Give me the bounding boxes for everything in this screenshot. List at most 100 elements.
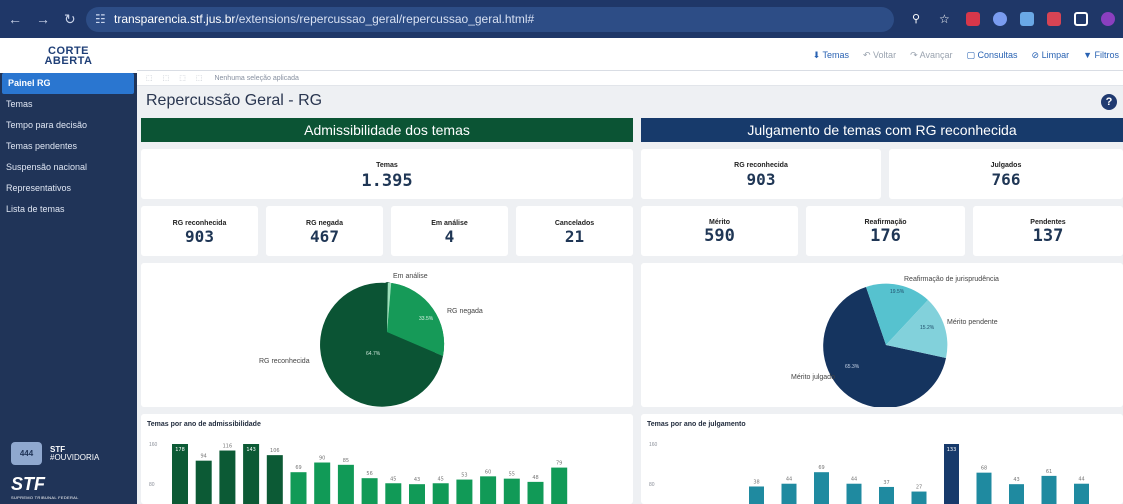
- bar-value-label: 68: [981, 466, 987, 472]
- bar[interactable]: [781, 483, 797, 504]
- url-host: transparencia.stf.jus.br: [114, 12, 236, 26]
- bar[interactable]: [503, 478, 520, 504]
- bar[interactable]: [1041, 475, 1057, 504]
- bar-value-label: 94: [201, 454, 207, 460]
- bar[interactable]: [361, 478, 378, 504]
- page-title: Repercussão Geral - RG: [146, 92, 323, 109]
- help-icon[interactable]: ?: [1101, 94, 1117, 110]
- bar[interactable]: [749, 486, 764, 504]
- bar-value-label: 53: [461, 473, 467, 479]
- extension-icon[interactable]: [993, 12, 1007, 26]
- corte-aberta-logo[interactable]: CORTE ABERTA: [0, 38, 137, 73]
- bar-value-label: 106: [270, 448, 280, 454]
- voltar-label: Voltar: [873, 50, 897, 60]
- extension-icon[interactable]: [1020, 12, 1034, 26]
- pie-admissibilidade[interactable]: Em análise RG negada RG reconhecida 33.5…: [141, 263, 633, 407]
- select-icon[interactable]: ⬚: [163, 71, 170, 86]
- left-section-header: Admissibilidade dos temas: [141, 118, 633, 142]
- temas-button[interactable]: ⬇ Temas: [813, 50, 849, 61]
- select-icon[interactable]: ⬚: [179, 71, 186, 86]
- filtros-button[interactable]: ▼ Filtros: [1083, 50, 1123, 61]
- limpar-button[interactable]: ⊘ Limpar: [1032, 50, 1070, 61]
- bar[interactable]: [243, 444, 260, 504]
- bar-value-label: 44: [1078, 477, 1084, 483]
- bar-value-label: 116: [223, 444, 233, 450]
- avancar-button[interactable]: ↷ Avançar: [910, 50, 952, 61]
- bar[interactable]: [976, 472, 992, 504]
- pie-label-merito-julgado: Mérito julgado: [791, 374, 835, 381]
- bar-value-label: 55: [509, 472, 515, 478]
- bar[interactable]: [385, 483, 402, 504]
- kpi-julgados[interactable]: Julgados 766: [889, 149, 1123, 199]
- sidebar-item-suspensao-nacional[interactable]: Suspensão nacional: [0, 157, 137, 178]
- kpi-pendentes[interactable]: Pendentes 137: [973, 206, 1123, 256]
- bar[interactable]: [846, 483, 862, 504]
- sidebar-item-lista-temas[interactable]: Lista de temas: [0, 199, 137, 220]
- bar[interactable]: [219, 450, 236, 504]
- bar[interactable]: [879, 486, 894, 504]
- bar[interactable]: [551, 467, 568, 504]
- site-info-icon[interactable]: ☷: [95, 7, 106, 32]
- sidebar-item-tempo-decisao[interactable]: Tempo para decisão: [0, 115, 137, 136]
- bar[interactable]: [456, 479, 473, 504]
- temas-label: Temas: [822, 50, 849, 60]
- puzzle-icon[interactable]: [1074, 12, 1088, 26]
- back-icon[interactable]: ←: [8, 11, 22, 28]
- bar-value-label: 90: [319, 456, 325, 462]
- pie-julgamento[interactable]: Reafirmação de jurisprudência Mérito pen…: [641, 263, 1123, 408]
- forward-icon[interactable]: →: [36, 11, 50, 28]
- kpi-value: 467: [310, 227, 339, 246]
- bar[interactable]: [1074, 483, 1089, 504]
- bar[interactable]: [944, 444, 959, 504]
- kpi-reafirmacao[interactable]: Reafirmação 176: [806, 206, 965, 256]
- sidebar-item-temas-pendentes[interactable]: Temas pendentes: [0, 136, 137, 157]
- bar-chart-admissibilidade[interactable]: Temas por ano de admissibilidade 160 80 …: [141, 414, 633, 504]
- bar[interactable]: [195, 460, 212, 504]
- kpi-value: 590: [704, 226, 735, 246]
- reload-icon[interactable]: ↻: [64, 11, 76, 28]
- profile-icon[interactable]: [1101, 12, 1115, 26]
- address-bar[interactable]: ☷ transparencia.stf.jus.br/extensions/re…: [86, 7, 894, 32]
- voltar-button[interactable]: ↶ Voltar: [863, 50, 896, 61]
- kpi-merito[interactable]: Mérito 590: [641, 206, 798, 256]
- bar[interactable]: [527, 481, 544, 504]
- sidebar-item-painel-rg[interactable]: Painel RG: [2, 73, 134, 94]
- bar[interactable]: [172, 444, 188, 504]
- sidebar-item-representativos[interactable]: Representativos: [0, 178, 137, 199]
- bar[interactable]: [314, 462, 331, 504]
- kpi-label: Julgados: [990, 162, 1022, 169]
- bar[interactable]: [266, 455, 283, 504]
- ouvidoria-link[interactable]: 444 STF #OUVIDORIA: [11, 442, 99, 465]
- toolbar: ⬇ Temas ↶ Voltar ↷ Avançar ▢ Consultas ⊘…: [137, 38, 1123, 71]
- kpi-rg-reconhecida-right[interactable]: RG reconhecida 903: [641, 149, 881, 199]
- bar[interactable]: [814, 472, 829, 504]
- select-icon[interactable]: ⬚: [196, 71, 203, 86]
- bar[interactable]: [911, 491, 927, 504]
- star-icon[interactable]: ☆: [939, 12, 953, 26]
- sidebar-item-temas[interactable]: Temas: [0, 94, 137, 115]
- kpi-rg-negada[interactable]: RG negada 467: [266, 206, 383, 256]
- kpi-temas[interactable]: Temas 1.395: [141, 149, 633, 199]
- kpi-cancelados[interactable]: Cancelados 21: [516, 206, 633, 256]
- kpi-value: 21: [564, 227, 585, 246]
- extension-icon[interactable]: [1047, 12, 1061, 26]
- logo-line2: ABERTA: [44, 54, 93, 67]
- bar[interactable]: [409, 484, 425, 504]
- kpi-value: 1.395: [361, 171, 413, 191]
- select-icon[interactable]: ⬚: [146, 71, 153, 86]
- pie-admissibilidade-svg: [320, 282, 445, 407]
- bar[interactable]: [1009, 484, 1024, 504]
- kpi-em-analise[interactable]: Em análise 4: [391, 206, 508, 256]
- bar[interactable]: [432, 483, 449, 504]
- selection-bar: ⬚ ⬚ ⬚ ⬚ Nenhuma seleção aplicada: [137, 71, 1123, 86]
- sidebar-menu: Painel RG Temas Tempo para decisão Temas…: [0, 73, 137, 220]
- bar[interactable]: [337, 464, 354, 504]
- consultas-button[interactable]: ▢ Consultas: [966, 50, 1017, 61]
- kpi-rg-reconhecida-left[interactable]: RG reconhecida 903: [141, 206, 258, 256]
- kpi-value: 903: [185, 227, 214, 246]
- extension-icon[interactable]: [966, 12, 980, 26]
- bar[interactable]: [290, 472, 307, 504]
- zoom-icon[interactable]: ⚲: [912, 12, 926, 26]
- bar-chart-julgamento[interactable]: Temas por ano de julgamento 160 80 38 44 6…: [641, 414, 1123, 504]
- bar[interactable]: [480, 476, 497, 504]
